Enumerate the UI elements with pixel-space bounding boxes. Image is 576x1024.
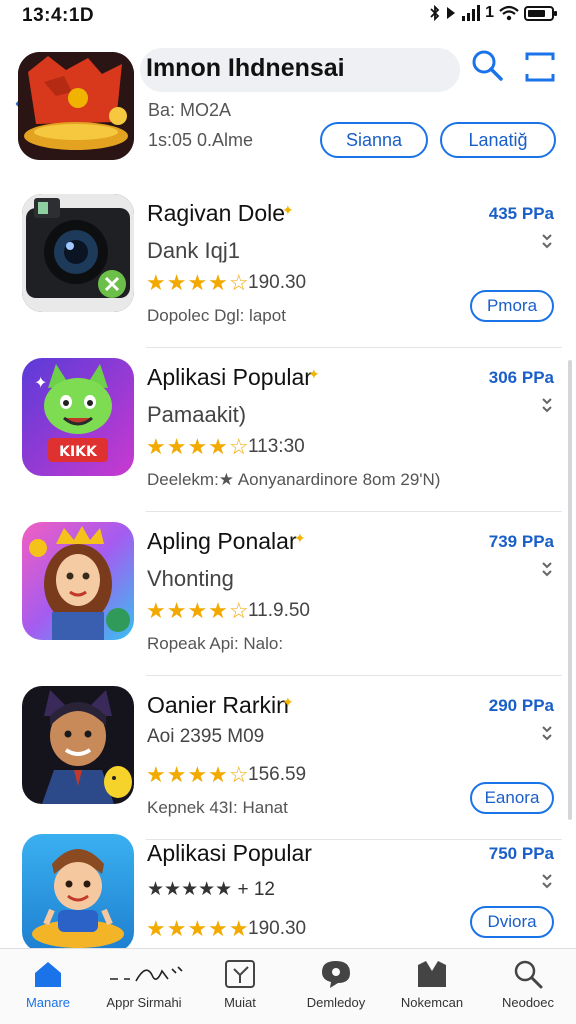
- app-description: Kepnek 43I: Hanat: [147, 798, 288, 817]
- header-meta-1: Ba: MO2A: [148, 100, 232, 120]
- tab-chat[interactable]: Demledoy: [288, 959, 384, 1021]
- wifi-icon: [499, 5, 519, 21]
- search-text[interactable]: Imnon Ihdnensai: [146, 54, 345, 83]
- chevron-down-icon[interactable]: [540, 724, 554, 746]
- tab-label: Demledoy: [306, 995, 366, 1010]
- rating-stars: ★★★★☆: [146, 434, 250, 459]
- list-item[interactable]: KIKK ✦ Aplikasi Popular ✦ Pamaakit) ★★★★…: [0, 348, 576, 512]
- gallery-icon: [418, 961, 446, 987]
- rating-value: 113:30: [248, 436, 305, 457]
- tab-calendar[interactable]: Muiat: [192, 959, 288, 1021]
- rating-value: 190.30: [248, 918, 307, 939]
- svg-text:KIKK: KIKK: [59, 444, 98, 460]
- tab-scribble[interactable]: Appr Sirmahi: [96, 959, 192, 1021]
- sparkle-icon: ✦: [308, 366, 320, 382]
- status-time: 13:4:1D: [22, 5, 95, 26]
- scribble-icon: [110, 966, 183, 982]
- signal-icon: [462, 5, 481, 21]
- app-action-button[interactable]: Pmora: [470, 290, 554, 322]
- app-subtitle: ★★★★★ + 12: [147, 879, 275, 900]
- app-subtitle: Pamaakit): [147, 402, 247, 427]
- app-description: Ropeak Api: Nalo:: [147, 634, 284, 653]
- tab-home[interactable]: Manare: [0, 959, 96, 1021]
- bluetooth-icon: [430, 5, 440, 21]
- home-icon: [35, 962, 61, 987]
- app-price: 750 PPa: [488, 844, 554, 863]
- app-name[interactable]: Apling Ponalar: [147, 528, 297, 555]
- list-item[interactable]: Apling Ponalar ✦ Vhonting ★★★★☆ 11.9.50 …: [0, 512, 576, 676]
- header-app-icon[interactable]: [18, 52, 134, 160]
- princess-app-icon[interactable]: [22, 522, 134, 640]
- search-icon: [514, 960, 543, 989]
- tab-bar: Manare Appr Sirmahi Muiat Demledoy Nokem…: [0, 948, 576, 1024]
- tab-label: Appr Sirmahi: [106, 995, 182, 1010]
- status-icons: 1: [430, 4, 557, 22]
- tab-gallery[interactable]: Nokemcan: [384, 959, 480, 1021]
- app-name[interactable]: Aplikasi Popular: [147, 840, 312, 867]
- rating-stars: ★★★★☆: [146, 598, 250, 623]
- header-button-2[interactable]: Lanatiğ: [440, 122, 556, 158]
- app-price: 739 PPa: [488, 532, 554, 551]
- app-action-button[interactable]: Eanora: [470, 782, 554, 814]
- chevron-down-icon[interactable]: [540, 560, 554, 582]
- expand-icon[interactable]: [523, 50, 557, 84]
- app-name[interactable]: Oanier Rarkin: [147, 692, 289, 719]
- rating-value: 190.30: [248, 272, 307, 293]
- app-subtitle: Vhonting: [147, 566, 234, 591]
- app-action-button[interactable]: Dviora: [470, 906, 554, 938]
- header: ‹ Imnon Ihdnensai Ba: MO2A 1s:05 0.Alme …: [0, 34, 576, 184]
- boy-app-icon[interactable]: [22, 834, 134, 952]
- sparkle-icon: ✦: [282, 202, 294, 218]
- rating-value: 156.59: [248, 764, 307, 785]
- list-item[interactable]: Oanier Rarkin ✦ Aoi 2395 M09 ★★★★☆ 156.5…: [0, 676, 576, 840]
- app-subtitle: Dank Iqj1: [147, 238, 240, 263]
- tab-label: Muiat: [224, 995, 256, 1010]
- sparkle-icon: ✦: [294, 530, 306, 546]
- chevron-down-icon[interactable]: [540, 872, 554, 894]
- tab-label: Manare: [25, 995, 71, 1010]
- cartoon-cat-app-icon[interactable]: KIKK ✦: [22, 358, 134, 476]
- app-subtitle: Aoi 2395 M09: [147, 726, 265, 747]
- tab-label: Nokemcan: [400, 995, 464, 1010]
- app-price: 306 PPa: [488, 368, 554, 387]
- app-description: Dopolec Dgl: lapot: [147, 306, 286, 325]
- chevron-down-icon[interactable]: [540, 232, 554, 254]
- battery-icon: [524, 5, 557, 21]
- app-description: Deelekm:★ Aonyanardinore 8om 29'N): [147, 470, 441, 489]
- rating-stars: ★★★★☆: [146, 270, 250, 295]
- sparkle-icon: ✦: [282, 694, 294, 710]
- camera-app-icon[interactable]: [22, 194, 134, 312]
- header-button-1[interactable]: Sianna: [320, 122, 428, 158]
- chevron-down-icon[interactable]: [540, 396, 554, 418]
- app-name[interactable]: Ragivan Dole: [147, 200, 285, 227]
- tab-search[interactable]: Neodoec: [480, 959, 576, 1021]
- svg-text:✦: ✦: [34, 375, 47, 392]
- status-bar: 13:4:1D 1: [0, 0, 576, 30]
- calendar-icon: [225, 960, 255, 988]
- list-item[interactable]: Ragivan Dole ✦ Dank Iqj1 ★★★★☆ 190.30 Do…: [0, 184, 576, 348]
- header-meta-2: 1s:05 0.Alme: [148, 130, 254, 150]
- tab-label: Neodoec: [501, 995, 555, 1010]
- carrier-text: 1: [485, 4, 494, 21]
- app-name[interactable]: Aplikasi Popular: [147, 364, 312, 391]
- rating-value: 11.9.50: [248, 600, 310, 621]
- chat-icon: [322, 961, 350, 988]
- app-price: 290 PPa: [488, 696, 554, 715]
- search-icon[interactable]: [470, 48, 504, 82]
- character-app-icon[interactable]: [22, 686, 134, 804]
- app-price: 435 PPa: [488, 204, 554, 223]
- nfc-icon: [447, 7, 456, 19]
- rating-stars: ★★★★☆: [146, 762, 250, 787]
- scrollbar[interactable]: [568, 360, 572, 820]
- rating-stars: ★★★★★: [146, 916, 250, 941]
